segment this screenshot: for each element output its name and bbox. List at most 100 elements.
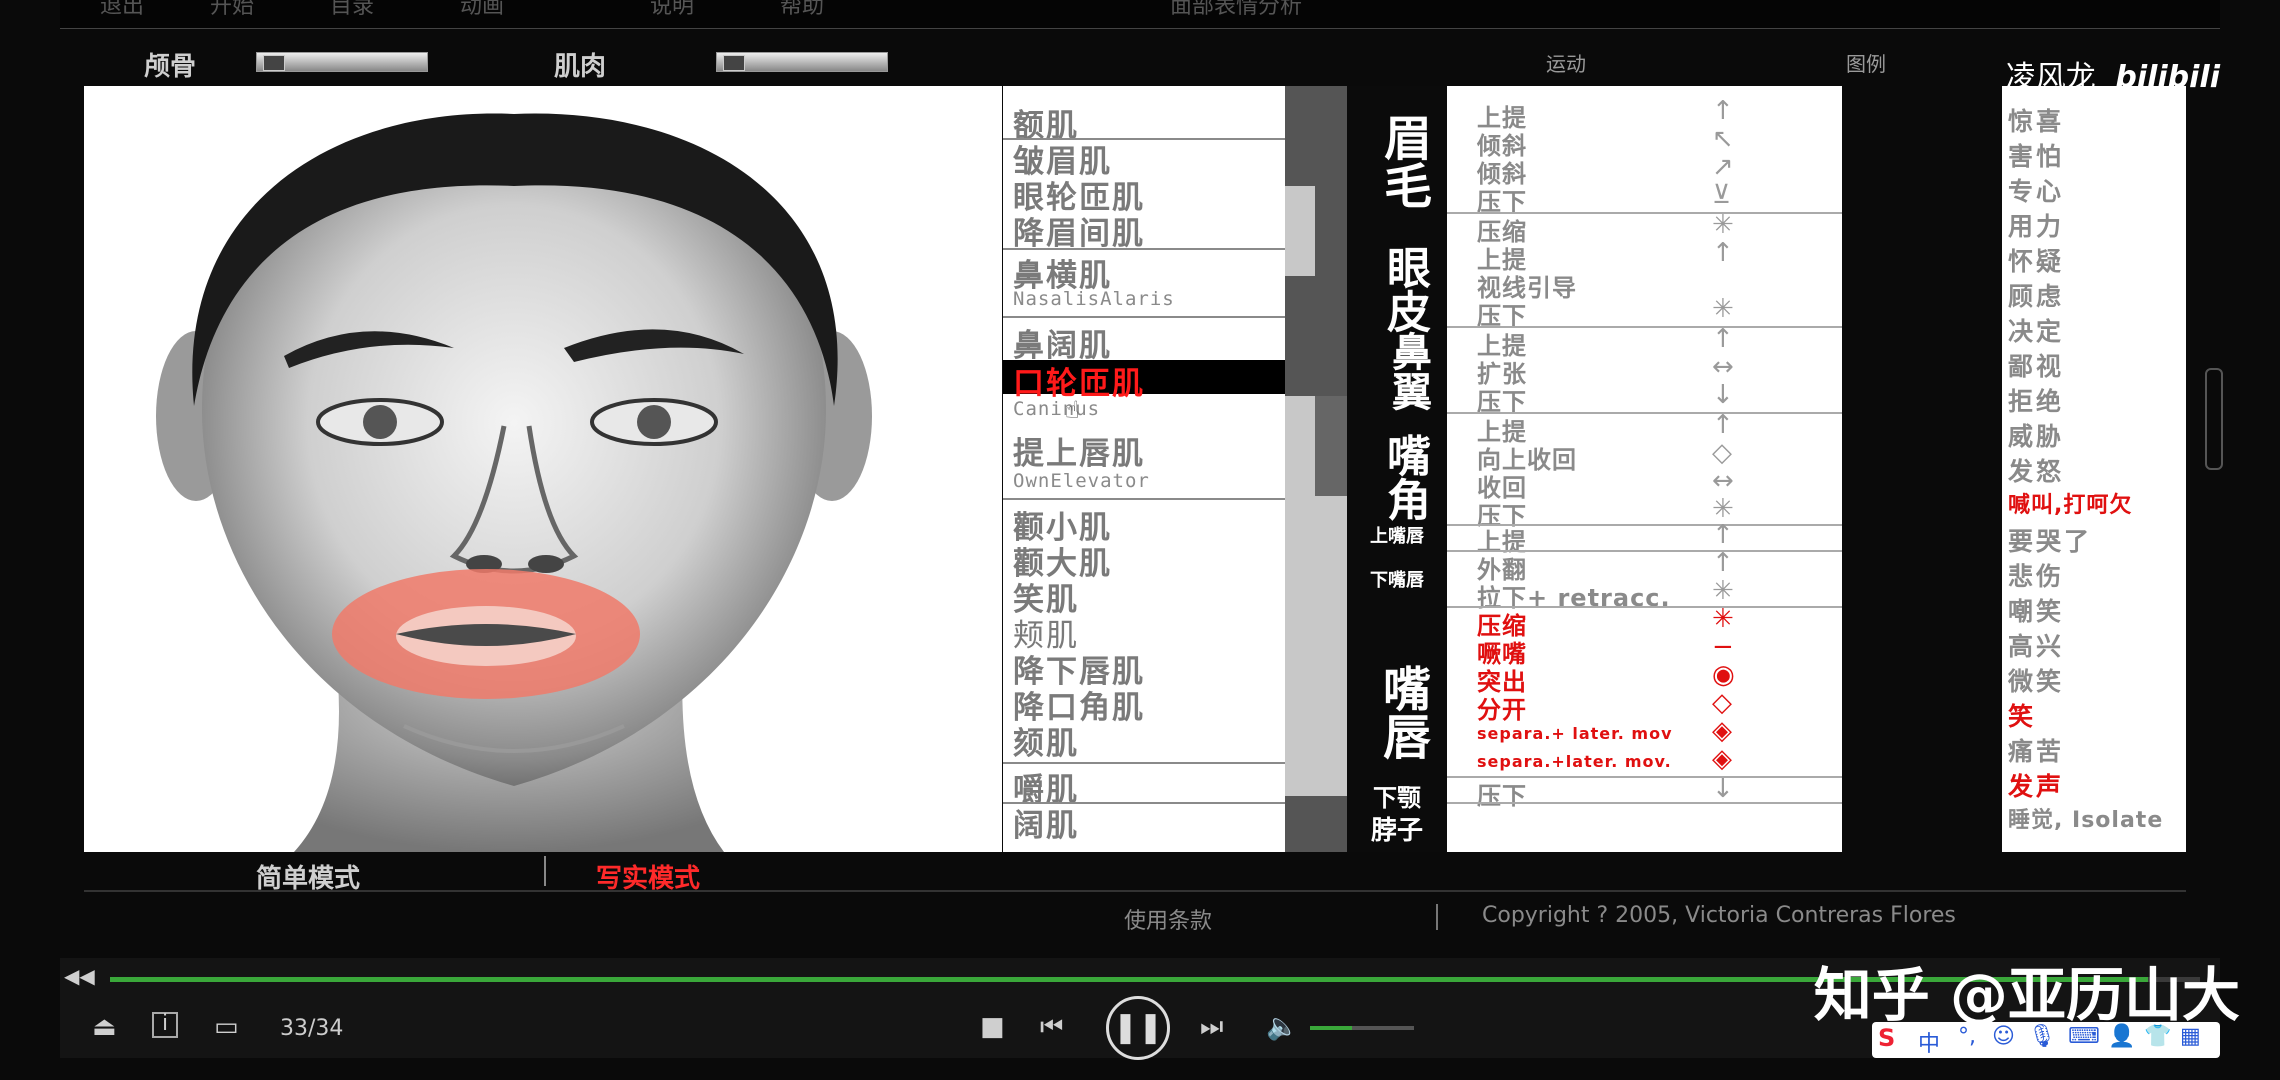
depth-block (1285, 276, 1347, 396)
input-method-toolbar[interactable]: S 中 °, ☺ 🎙 ⌨ 👤 👕 ▦ (1872, 1022, 2220, 1058)
footer-separator (1436, 904, 1438, 930)
movement-item-active[interactable]: separa.+ later. mov (1477, 724, 1673, 743)
chinese-mode-icon[interactable]: 中 (1918, 1026, 1940, 1058)
muscle-item[interactable]: 颏肌 (1013, 718, 1079, 763)
legend-header: 图例 (1846, 52, 1886, 76)
emotion-item[interactable]: 决定 (2008, 312, 2064, 348)
muscle-latin-name: NasalisAlaris (1013, 288, 1175, 310)
mic-icon[interactable]: 🎙 (2028, 1024, 2056, 1049)
up-arrow-icon: ↑ (1712, 520, 1734, 550)
emotion-item[interactable]: 专心 (2008, 172, 2064, 208)
emotion-item[interactable]: 拒绝 (2008, 382, 2064, 418)
region-jaw[interactable]: 下颚 (1347, 778, 1447, 813)
menu-item[interactable]: 说明 (650, 0, 694, 20)
pause-icon[interactable]: ❚❚ (1106, 996, 1170, 1060)
emotion-item-active[interactable]: 笑 (2008, 697, 2036, 733)
emotion-item[interactable]: 要哭了 (2008, 522, 2092, 558)
emotion-item[interactable]: 惊喜 (2008, 102, 2064, 138)
separate-lateral-icon: ◈ (1712, 716, 1732, 746)
region-upper-lip[interactable]: 上嘴唇 (1347, 522, 1447, 548)
emotion-item[interactable]: 嘲笑 (2008, 592, 2064, 628)
muscle-item[interactable]: 提上唇肌 (1013, 428, 1145, 473)
emotion-item[interactable]: 痛苦 (2008, 732, 2064, 768)
mouse-cursor-icon: ☝ (1065, 396, 1080, 424)
region-lips[interactable]: 嘴唇 (1369, 642, 1430, 782)
region-eyebrow[interactable]: 眉毛 (1369, 96, 1431, 226)
expand-arrow-icon: ↔ (1712, 352, 1734, 382)
punctuation-icon[interactable]: °, (1958, 1024, 1976, 1049)
scrollbar[interactable] (2205, 368, 2223, 470)
emotion-item[interactable]: 怀疑 (2008, 242, 2064, 278)
menu-item[interactable]: 开始 (210, 0, 254, 20)
user-icon[interactable]: 👤 (2108, 1024, 2135, 1049)
zhihu-watermark: 知乎 @亚历山大 (1813, 961, 2240, 1029)
divider (1003, 498, 1285, 500)
keyboard-icon[interactable]: ⌨ (2068, 1024, 2100, 1049)
movement-item[interactable]: 压下 (1477, 776, 1527, 811)
previous-icon[interactable]: ⏮ (1040, 1012, 1063, 1043)
muscle-latin-name: Caninus (1013, 398, 1101, 420)
divider (1447, 802, 1842, 804)
skin-icon[interactable]: 👕 (2144, 1024, 2171, 1049)
menu-item[interactable]: 目录 (330, 0, 374, 20)
emotion-item-active[interactable]: 发声 (2008, 767, 2064, 803)
muscle-item[interactable]: 降眉间肌 (1013, 208, 1145, 253)
up-arrow-icon: ↑ (1712, 324, 1734, 354)
movement-item-active[interactable]: 分开 (1477, 690, 1527, 725)
muscle-opacity-slider[interactable] (716, 52, 888, 72)
terms-link[interactable]: 使用条款 (1124, 903, 1212, 935)
muscle-label: 肌肉 (554, 52, 607, 82)
info-icon[interactable]: i (152, 1012, 178, 1038)
muscle-depth-column (1285, 86, 1347, 852)
muscle-slider-knob[interactable] (723, 55, 745, 71)
retract-arrow-icon: ↔ (1712, 466, 1734, 496)
face-region-labels: 眉毛 眼皮 鼻翼 嘴角 上嘴唇 下嘴唇 嘴唇 下颚 脖子 (1347, 86, 1447, 852)
emotion-item[interactable]: 高兴 (2008, 627, 2064, 663)
region-lower-lip[interactable]: 下嘴唇 (1347, 566, 1447, 592)
rewind-icon[interactable]: ◀◀ (64, 964, 95, 988)
stop-icon[interactable]: ■ (980, 1012, 1005, 1042)
face-illustration-panel (84, 86, 1002, 852)
toolbox-icon[interactable]: ▦ (2180, 1024, 2201, 1049)
volume-icon[interactable]: 🔈 (1266, 1012, 1298, 1042)
emotion-item[interactable]: 睡觉, Isolate (2008, 802, 2163, 834)
emotion-item-active[interactable]: 喊叫,打呵欠 (2008, 487, 2132, 519)
compress-icon: ✳ (1712, 294, 1734, 324)
bone-slider-knob[interactable] (263, 55, 285, 71)
emotion-item[interactable]: 威胁 (2008, 417, 2064, 453)
emotion-item[interactable]: 顾虑 (2008, 277, 2064, 313)
compress-icon: ✳ (1712, 604, 1734, 634)
emotion-item[interactable]: 害怕 (2008, 137, 2064, 173)
menu-item[interactable]: 退出 (100, 0, 144, 20)
region-mouth-corner[interactable]: 嘴角 (1369, 422, 1430, 532)
volume-fill (1310, 1026, 1352, 1030)
bone-opacity-slider[interactable] (256, 52, 428, 72)
page-counter: 33/34 (280, 1016, 344, 1041)
eject-icon[interactable]: ⏏ (92, 1012, 117, 1042)
region-nose-wing[interactable]: 鼻翼 (1371, 326, 1431, 416)
emotion-item[interactable]: 鄙视 (2008, 347, 2064, 383)
muscle-latin-name: OwnElevator (1013, 470, 1150, 492)
menu-item[interactable]: 动画 (460, 0, 504, 20)
next-icon[interactable]: ⏭ (1200, 1012, 1223, 1043)
emotion-item[interactable]: 用力 (2008, 207, 2064, 243)
emoji-icon[interactable]: ☺ (1992, 1024, 2015, 1049)
separate-lateral-icon: ◈ (1712, 744, 1732, 774)
screen-icon[interactable]: ▭ (214, 1012, 239, 1042)
up-arrow-icon: ↑ (1712, 548, 1734, 578)
menu-item[interactable]: 面部表情分析 (1170, 0, 1302, 20)
muscle-item[interactable]: 阔肌 (1013, 800, 1079, 845)
selected-muscle-highlight[interactable]: 口轮匝肌 (1003, 360, 1285, 402)
emotion-list: 惊喜 害怕 专心 用力 怀疑 顾虑 决定 鄙视 拒绝 威胁 发怒 喊叫,打呵欠 … (2002, 86, 2186, 852)
up-arrow-icon: ↑ (1712, 410, 1734, 440)
region-neck[interactable]: 脖子 (1347, 810, 1447, 847)
app-menu-strip: 退出 开始 目录 动画 说明 帮助 面部表情分析 (60, 0, 2220, 29)
compress-icon: ✳ (1712, 210, 1734, 240)
emotion-item[interactable]: 悲伤 (2008, 557, 2064, 593)
tilt-left-arrow-icon: ↖ (1712, 124, 1734, 154)
menu-item[interactable]: 帮助 (780, 0, 824, 20)
emotion-item[interactable]: 发怒 (2008, 452, 2064, 488)
movement-item-active[interactable]: separa.+later. mov. (1477, 752, 1672, 771)
down-arrow-icon: ↓ (1712, 380, 1734, 410)
emotion-item[interactable]: 微笑 (2008, 662, 2064, 698)
